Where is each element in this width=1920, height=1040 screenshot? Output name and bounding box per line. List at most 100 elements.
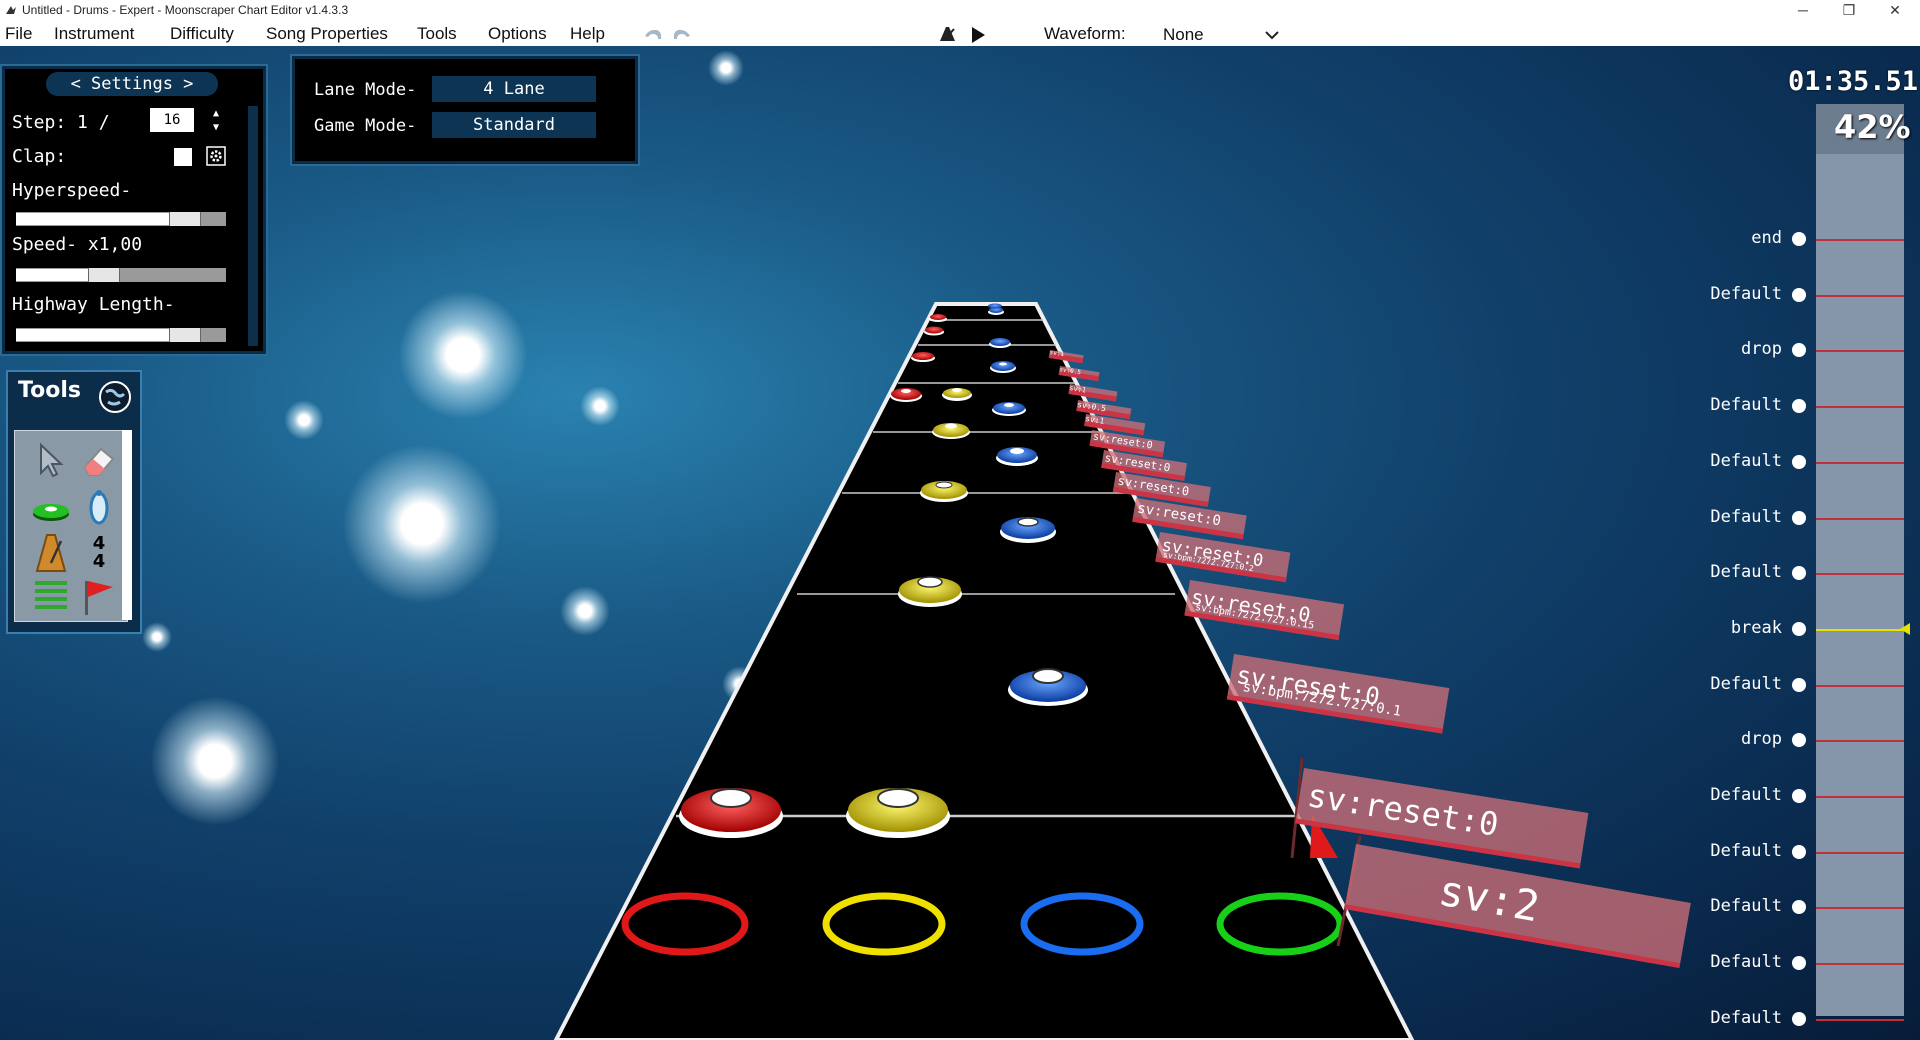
yellow-note[interactable] [942,388,972,401]
metronome-tool-icon[interactable] [31,533,71,573]
section-dot[interactable] [1792,288,1806,302]
red-note[interactable] [929,314,947,322]
menu-difficulty[interactable]: Difficulty [170,24,234,44]
flag-icon[interactable] [79,577,119,617]
lane-mode-value[interactable]: 4 Lane [432,76,596,102]
gear-icon[interactable] [206,146,226,166]
section-label: Default [1710,1008,1782,1028]
highway-length-slider[interactable] [16,328,226,342]
section-item[interactable]: Default [1620,841,1910,865]
playhead-marker[interactable] [1900,623,1910,635]
close-button[interactable]: ✕ [1872,0,1918,22]
blue-note[interactable] [988,303,1002,309]
minimize-button[interactable]: ─ [1780,0,1826,22]
step-up-button[interactable]: ▲ [208,108,224,120]
settings-scrollbar[interactable] [248,106,258,346]
section-item[interactable]: Default [1620,562,1910,586]
yellow-note[interactable] [898,576,962,607]
settings-header[interactable]: < Settings > [46,72,218,96]
play-icon[interactable] [970,26,986,44]
section-dot[interactable] [1792,1012,1806,1026]
section-label: drop [1741,339,1782,359]
highway-length-thumb[interactable] [169,328,201,342]
globe-icon[interactable] [98,380,132,414]
red-note[interactable] [890,388,922,402]
blue-note[interactable] [990,361,1016,373]
section-item[interactable]: Default [1620,451,1910,475]
window-title: Untitled - Drums - Expert - Moonscraper … [22,3,349,17]
section-item[interactable]: Default [1620,395,1910,419]
section-item[interactable]: Default [1620,1008,1910,1032]
tools-scrollbar[interactable] [122,430,132,620]
metronome-icon[interactable] [937,25,959,43]
section-item[interactable]: Default [1620,284,1910,308]
section-dot[interactable] [1792,733,1806,747]
section-dot[interactable] [1792,232,1806,246]
waveform-select[interactable]: None [1160,24,1284,46]
section-item[interactable]: break [1620,618,1910,642]
section-dot[interactable] [1792,678,1806,692]
blue-note[interactable] [992,402,1026,416]
blue-note[interactable] [989,338,1011,348]
section-lines-icon[interactable] [31,577,71,617]
section-dot[interactable] [1792,900,1806,914]
step-input[interactable]: 16 [150,108,194,132]
section-dot[interactable] [1792,622,1806,636]
eraser-icon[interactable] [79,441,119,481]
speed-slider[interactable] [16,268,226,282]
section-item[interactable]: Default [1620,785,1910,809]
speed-thumb[interactable] [88,268,120,282]
section-item[interactable]: Default [1620,896,1910,920]
chevron-down-icon [1265,31,1279,40]
menu-instrument[interactable]: Instrument [54,24,134,44]
redo-icon[interactable] [672,27,692,41]
cursor-icon[interactable] [31,441,71,481]
tools-panel: Tools 4 4 [6,370,142,634]
section-dot[interactable] [1792,343,1806,357]
section-dot[interactable] [1792,399,1806,413]
menu-song-properties[interactable]: Song Properties [266,24,388,44]
menu-tools[interactable]: Tools [417,24,457,44]
blue-note[interactable] [996,447,1038,466]
step-down-button[interactable]: ▼ [208,122,224,134]
restore-button[interactable]: ❐ [1826,0,1872,22]
section-dot[interactable] [1792,845,1806,859]
undo-icon[interactable] [643,27,663,41]
clap-checkbox[interactable] [174,148,192,166]
red-note[interactable] [911,352,935,362]
current-position-line [1816,629,1904,631]
game-mode-value[interactable]: Standard [432,112,596,138]
section-item[interactable]: end [1620,228,1910,252]
section-dot[interactable] [1792,566,1806,580]
menu-options[interactable]: Options [488,24,547,44]
section-line [1816,1019,1904,1021]
note-tool-icon[interactable] [31,491,71,531]
blue-note[interactable] [1000,517,1056,543]
chart-viewport[interactable]: sv:2 sv:reset:0 sv:reset:0 sv:bpm:7272.7… [0,46,1920,1040]
mode-panel: Lane Mode- 4 Lane Game Mode- Standard [290,54,640,166]
section-item[interactable]: drop [1620,339,1910,363]
yellow-note[interactable] [846,788,950,838]
yellow-note[interactable] [920,481,968,502]
section-label: drop [1741,729,1782,749]
hyperspeed-thumb[interactable] [169,212,201,226]
section-item[interactable]: Default [1620,674,1910,698]
red-note[interactable] [679,788,783,838]
hyperspeed-slider[interactable] [16,212,226,226]
section-dot[interactable] [1792,956,1806,970]
time-signature-tool[interactable]: 4 4 [79,535,119,575]
speed-label: Speed- x1,00 [12,234,143,255]
section-dot[interactable] [1792,789,1806,803]
bpm-tool-icon[interactable] [79,487,119,527]
highway-length-fill [16,329,184,341]
menu-help[interactable]: Help [570,24,605,44]
section-item[interactable]: Default [1620,952,1910,976]
red-note[interactable] [924,326,944,336]
highway[interactable] [0,46,1920,1040]
menu-file[interactable]: File [5,24,32,44]
section-item[interactable]: Default [1620,507,1910,531]
section-item[interactable]: drop [1620,729,1910,753]
section-dot[interactable] [1792,455,1806,469]
section-dot[interactable] [1792,511,1806,525]
yellow-note[interactable] [932,423,970,439]
